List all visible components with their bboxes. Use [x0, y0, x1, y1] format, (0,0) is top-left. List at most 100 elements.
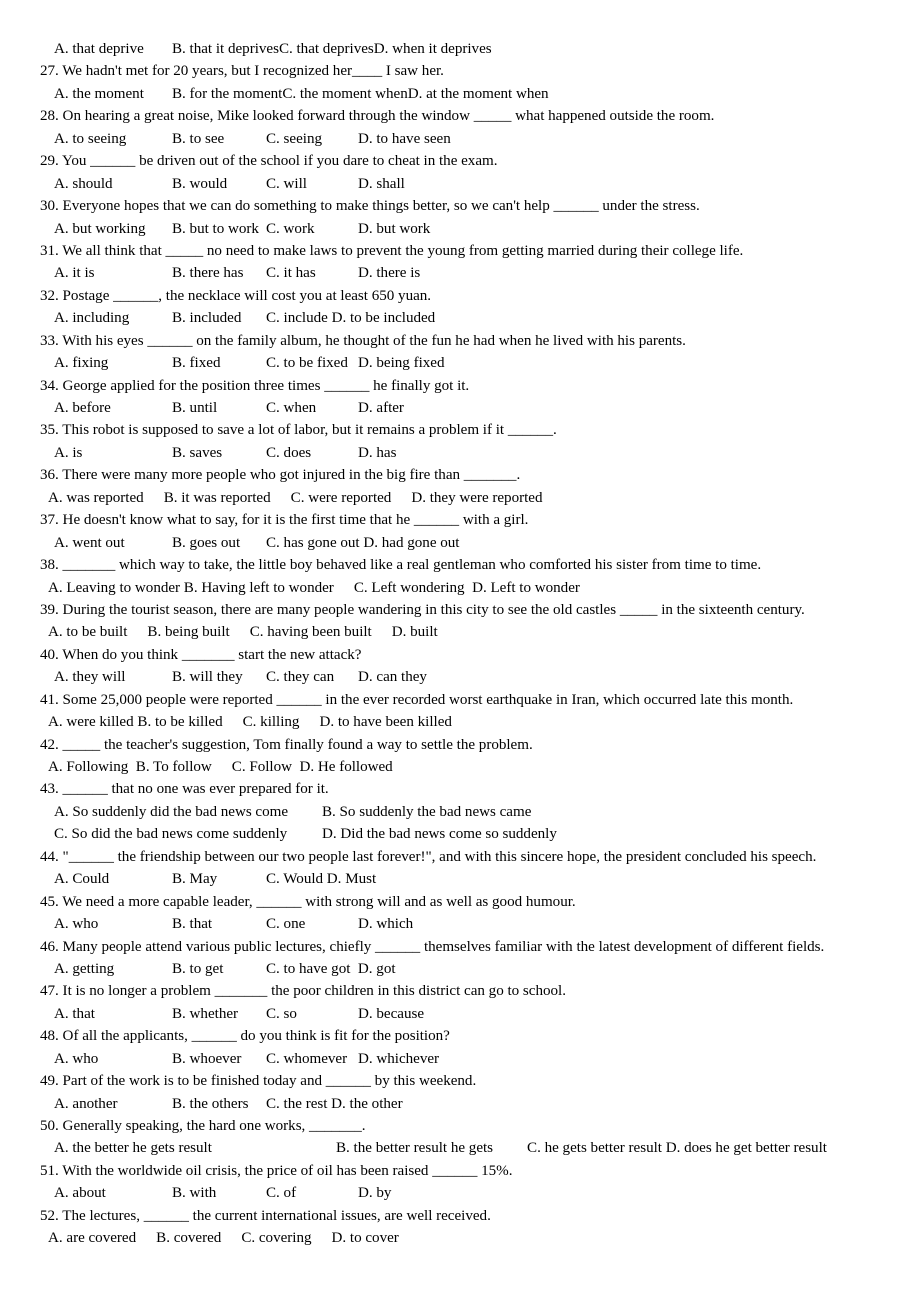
answer-option[interactable]: C. seeing — [266, 128, 358, 150]
answer-option[interactable]: C. has gone out D. had gone out — [266, 532, 460, 554]
answer-option[interactable]: D. being fixed — [358, 352, 445, 374]
answer-option[interactable]: C. he gets better result D. does he get … — [493, 1137, 827, 1159]
answer-option[interactable]: B. So suddenly the bad news came — [322, 801, 531, 823]
answer-option[interactable]: C. killing — [223, 711, 300, 733]
answer-option[interactable]: B. to see — [172, 128, 266, 150]
answer-option[interactable]: C. that deprives — [279, 38, 374, 60]
answer-option[interactable]: B. May — [172, 868, 266, 890]
answer-option[interactable]: C. the moment when — [282, 83, 407, 105]
answer-option[interactable]: A. who — [40, 1048, 172, 1070]
answer-option[interactable]: D. to have seen — [358, 128, 451, 150]
answer-option[interactable]: A. So suddenly did the bad news come — [40, 801, 322, 823]
answer-option[interactable]: C. they can — [266, 666, 358, 688]
answer-option[interactable]: B. whoever — [172, 1048, 266, 1070]
answer-option[interactable]: A. they will — [40, 666, 172, 688]
answer-option[interactable]: A. to be built — [40, 621, 127, 643]
answer-option[interactable]: C. does — [266, 442, 358, 464]
answer-option[interactable]: D. by — [358, 1182, 391, 1204]
answer-option[interactable]: D. has — [358, 442, 396, 464]
answer-option[interactable]: C. to have got D. got — [266, 958, 396, 980]
answer-option[interactable]: D. shall — [358, 173, 405, 195]
answer-option[interactable]: B. for the moment — [172, 83, 282, 105]
answer-option[interactable]: B. the others — [172, 1093, 266, 1115]
answer-option[interactable]: C. will — [266, 173, 358, 195]
answer-option[interactable]: A. Could — [40, 868, 172, 890]
answer-option[interactable]: C. include D. to be included — [266, 307, 435, 329]
answer-option[interactable]: C. So did the bad news come suddenly — [40, 823, 322, 845]
answer-option[interactable]: B. to get — [172, 958, 266, 980]
answer-option[interactable]: C. work — [266, 218, 358, 240]
answer-option[interactable]: A. were killed B. to be killed — [40, 711, 223, 733]
answer-option[interactable]: A. about — [40, 1182, 172, 1204]
answer-option[interactable]: C. it has — [266, 262, 358, 284]
answer-option[interactable]: A. Following B. To follow — [40, 756, 212, 778]
question-stem: 30. Everyone hopes that we can do someth… — [0, 195, 920, 217]
answer-option[interactable]: B. that — [172, 913, 266, 935]
answer-option[interactable]: D. at the moment when — [408, 83, 549, 105]
answer-option[interactable]: D. they were reported — [391, 487, 542, 509]
answer-option[interactable]: A. to seeing — [40, 128, 172, 150]
answer-option[interactable]: B. goes out — [172, 532, 266, 554]
answer-option[interactable]: D. can they — [358, 666, 427, 688]
answer-option[interactable]: A. fixing — [40, 352, 172, 374]
answer-option[interactable]: D. built — [372, 621, 438, 643]
answer-option[interactable]: B. saves — [172, 442, 266, 464]
answer-option[interactable]: A. was reported — [40, 487, 144, 509]
answer-option[interactable]: A. including — [40, 307, 172, 329]
answer-option[interactable]: B. included — [172, 307, 266, 329]
answer-option[interactable]: D. Did the bad news come so suddenly — [322, 823, 557, 845]
answer-option[interactable]: D. because — [358, 1003, 424, 1025]
answer-option[interactable]: D. but work — [358, 218, 430, 240]
question-stem: 42. _____ the teacher's suggestion, Tom … — [0, 734, 920, 756]
answer-option[interactable]: B. will they — [172, 666, 266, 688]
answer-option[interactable]: C. were reported — [271, 487, 392, 509]
answer-option[interactable]: D. whichever — [358, 1048, 439, 1070]
answer-option[interactable]: C. Left wondering D. Left to wonder — [334, 577, 580, 599]
answer-option[interactable]: C. covering — [221, 1227, 311, 1249]
answer-option[interactable]: B. would — [172, 173, 266, 195]
answer-option[interactable]: D. to cover — [312, 1227, 399, 1249]
answer-option[interactable]: C. whomever — [266, 1048, 358, 1070]
answer-option[interactable]: C. Would D. Must — [266, 868, 376, 890]
answer-option[interactable]: A. is — [40, 442, 172, 464]
answer-option[interactable]: A. before — [40, 397, 172, 419]
answer-option[interactable]: C. having been built — [230, 621, 372, 643]
answer-option[interactable]: C. when — [266, 397, 358, 419]
answer-option[interactable]: B. until — [172, 397, 266, 419]
answer-option[interactable]: D. there is — [358, 262, 420, 284]
answer-option[interactable]: C. of — [266, 1182, 358, 1204]
answer-option[interactable]: B. with — [172, 1182, 266, 1204]
answer-option[interactable]: C. so — [266, 1003, 358, 1025]
answer-option[interactable]: B. there has — [172, 262, 266, 284]
question-stem: 33. With his eyes ______ on the family a… — [0, 330, 920, 352]
answer-option[interactable]: B. fixed — [172, 352, 266, 374]
answer-option[interactable]: A. but working — [40, 218, 172, 240]
answer-option[interactable]: A. the better he gets result — [40, 1137, 322, 1159]
answer-option[interactable]: B. whether — [172, 1003, 266, 1025]
answer-option[interactable]: C. Follow D. He followed — [212, 756, 393, 778]
answer-option[interactable]: D. to have been killed — [299, 711, 451, 733]
answer-option[interactable]: A. it is — [40, 262, 172, 284]
answer-option[interactable]: A. that — [40, 1003, 172, 1025]
answer-option[interactable]: A. another — [40, 1093, 172, 1115]
answer-option[interactable]: A. Leaving to wonder B. Having left to w… — [40, 577, 334, 599]
answer-option[interactable]: B. covered — [136, 1227, 221, 1249]
answer-option[interactable]: B. it was reported — [144, 487, 271, 509]
answer-option[interactable]: B. that it deprives — [172, 38, 279, 60]
answer-option[interactable]: D. when it deprives — [374, 38, 492, 60]
answer-option[interactable]: B. but to work — [172, 218, 266, 240]
answer-option[interactable]: A. who — [40, 913, 172, 935]
answer-option[interactable]: A. that deprive — [40, 38, 172, 60]
answer-option[interactable]: A. are covered — [40, 1227, 136, 1249]
answer-option[interactable]: B. the better result he gets — [322, 1137, 493, 1159]
answer-option[interactable]: A. should — [40, 173, 172, 195]
answer-option[interactable]: C. to be fixed — [266, 352, 358, 374]
answer-option[interactable]: B. being built — [127, 621, 229, 643]
answer-option[interactable]: A. getting — [40, 958, 172, 980]
answer-option[interactable]: C. the rest D. the other — [266, 1093, 403, 1115]
answer-option[interactable]: D. which — [358, 913, 413, 935]
answer-option[interactable]: D. after — [358, 397, 404, 419]
answer-option[interactable]: A. went out — [40, 532, 172, 554]
answer-option[interactable]: C. one — [266, 913, 358, 935]
answer-option[interactable]: A. the moment — [40, 83, 172, 105]
